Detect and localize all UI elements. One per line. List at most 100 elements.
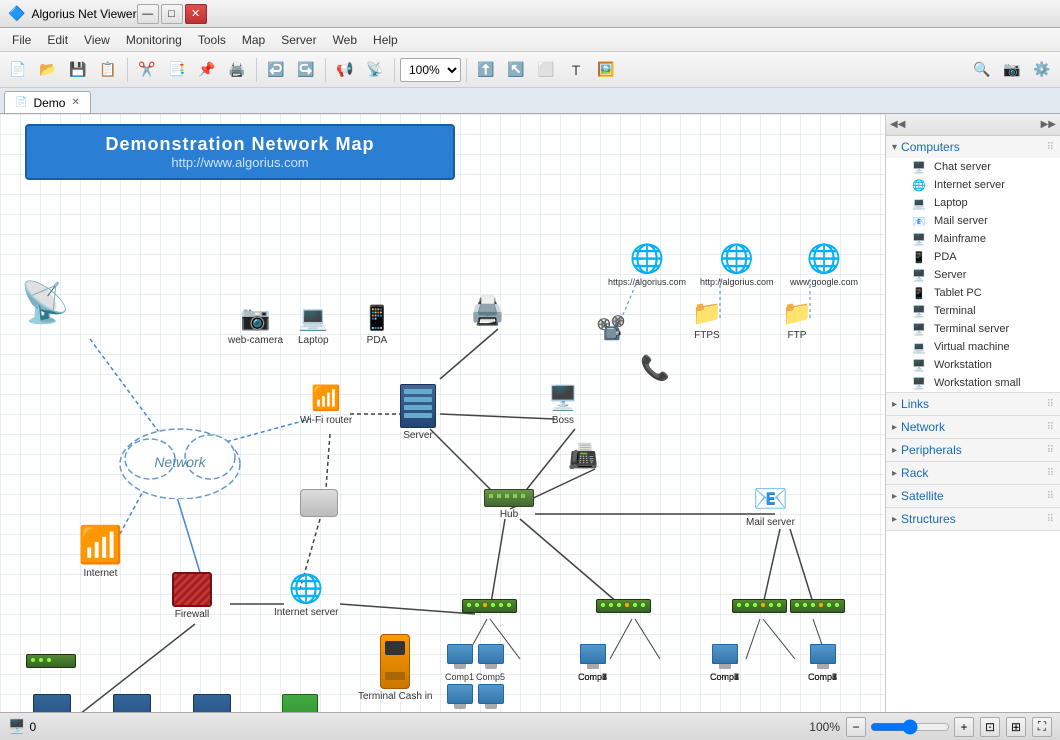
node-wifi-router[interactable]: 📶 Wi-Fi router [300, 384, 352, 426]
network-canvas[interactable]: Demonstration Network Map http://www.alg… [0, 114, 885, 712]
node-switch4[interactable] [790, 599, 845, 613]
node-small-switch[interactable] [26, 654, 76, 668]
text-button[interactable]: T [562, 56, 590, 84]
menu-tools[interactable]: Tools [190, 31, 234, 49]
cat-item-virtual-machine[interactable]: 💻 Virtual machine [886, 338, 1060, 356]
menu-view[interactable]: View [76, 31, 118, 49]
node-boss[interactable]: 🖥️ Boss [548, 384, 578, 426]
zoom-in-button[interactable]: + [954, 717, 974, 737]
actual-size-button[interactable]: ⊞ [1006, 717, 1026, 737]
node-internet-server[interactable]: 🌐 Internet server [274, 572, 338, 618]
redo-button[interactable]: ↪️ [292, 56, 320, 84]
node-pda[interactable]: 📱 PDA [362, 304, 392, 346]
close-button[interactable]: ✕ [185, 4, 207, 24]
node-termserver2[interactable]: Terminal server [98, 694, 166, 712]
undo-button[interactable]: ↩️ [262, 56, 290, 84]
zoom-out-button[interactable]: − [846, 717, 866, 737]
comp-1-6[interactable]: Comp6 [476, 684, 505, 712]
node-ftp[interactable]: 📁 FTP [782, 299, 812, 341]
menu-edit[interactable]: Edit [39, 31, 76, 49]
category-satellite-header[interactable]: ▸ Satellite ⠿ [886, 485, 1060, 507]
new-button[interactable]: 📄 [4, 56, 32, 84]
menu-server[interactable]: Server [273, 31, 324, 49]
tab-demo[interactable]: 📄 Demo ✕ [4, 91, 91, 113]
node-laptop[interactable]: 💻 Laptop [298, 304, 329, 346]
save-button[interactable]: 💾 [64, 56, 92, 84]
cat-item-mainframe[interactable]: 🖥️ Mainframe [886, 230, 1060, 248]
node-mailserver[interactable]: 📧 Mail server [746, 482, 795, 528]
cat-item-pda[interactable]: 📱 PDA [886, 248, 1060, 266]
comp-3-8[interactable]: Comp8 [710, 644, 739, 682]
pointer-button[interactable]: ↖️ [502, 56, 530, 84]
cat-item-laptop[interactable]: 💻 Laptop [886, 194, 1060, 212]
category-rack-header[interactable]: ▸ Rack ⠿ [886, 462, 1060, 484]
category-structures-header[interactable]: ▸ Structures ⠿ [886, 508, 1060, 530]
menu-map[interactable]: Map [234, 31, 273, 49]
node-printer[interactable]: 🖨️ [470, 294, 505, 327]
fullscreen-button[interactable]: ⛶ [1032, 717, 1052, 737]
comp-2-8[interactable]: Comp8 [578, 644, 607, 682]
cat-item-terminal[interactable]: 🖥️ Terminal [886, 302, 1060, 320]
cat-item-workstation-small[interactable]: 🖥️ Workstation small [886, 374, 1060, 392]
node-firewall[interactable]: Firewall [172, 572, 212, 620]
node-phone[interactable]: 📞 [640, 354, 670, 383]
node-webcam[interactable]: 📷 web-camera [228, 304, 283, 346]
maximize-button[interactable]: □ [161, 4, 183, 24]
comp-1-1[interactable]: Comp1 [445, 644, 474, 682]
tab-close-icon[interactable]: ✕ [71, 97, 79, 108]
node-projector[interactable]: 📽️ [596, 314, 626, 343]
node-globe2[interactable]: 🌐 http://algorius.com [700, 242, 774, 287]
node-terminal-cashin[interactable]: Terminal Cash in [358, 634, 432, 702]
comp-1-2[interactable]: Comp2 [445, 684, 474, 712]
image-button[interactable]: 🖼️ [592, 56, 620, 84]
node-satellite-dish[interactable]: 📡 [20, 279, 70, 326]
upload-button[interactable]: ⬆️ [472, 56, 500, 84]
node-hub[interactable]: Hub [484, 489, 534, 520]
node-switch2[interactable] [596, 599, 651, 613]
save-all-button[interactable]: 📋 [94, 56, 122, 84]
zoom-slider[interactable] [870, 719, 950, 735]
node-ftps[interactable]: 📁 FTPS [692, 299, 722, 341]
node-server[interactable]: Server [400, 384, 436, 441]
comp-1-5[interactable]: Comp5 [476, 644, 505, 682]
cat-item-server[interactable]: 🖥️ Server [886, 266, 1060, 284]
print-button[interactable]: 🖨️ [223, 56, 251, 84]
node-mainframe[interactable]: Mainframe [276, 694, 323, 712]
cat-item-workstation[interactable]: 🖥️ Workstation [886, 356, 1060, 374]
monitor-button[interactable]: 📡 [361, 56, 389, 84]
camera-button[interactable]: 📷 [998, 56, 1026, 84]
fit-page-button[interactable]: ⊡ [980, 717, 1000, 737]
node-globe3[interactable]: 🌐 www.google.com [790, 242, 858, 287]
comp-4-8[interactable]: Comp8 [808, 644, 837, 682]
node-router2[interactable] [300, 489, 338, 517]
category-peripherals-header[interactable]: ▸ Peripherals ⠿ [886, 439, 1060, 461]
paste-button[interactable]: 📌 [193, 56, 221, 84]
node-fax[interactable]: 📠 [568, 442, 598, 471]
search-button[interactable]: 🔍 [968, 56, 996, 84]
menu-web[interactable]: Web [325, 31, 365, 49]
node-antenna[interactable]: 📶 Internet [78, 524, 123, 579]
alert-button[interactable]: 📢 [331, 56, 359, 84]
node-termserver1[interactable]: Terminal server [18, 694, 86, 712]
node-switch1[interactable] [462, 599, 517, 613]
cat-item-tablet-pc[interactable]: 📱 Tablet PC [886, 284, 1060, 302]
menu-monitoring[interactable]: Monitoring [118, 31, 190, 49]
menu-file[interactable]: File [4, 31, 39, 49]
node-globe1[interactable]: 🌐 https://algorius.com [608, 242, 686, 287]
panel-right-arrows[interactable]: ▶▶ [1041, 119, 1056, 130]
menu-help[interactable]: Help [365, 31, 406, 49]
cat-item-terminal-server[interactable]: 🖥️ Terminal server [886, 320, 1060, 338]
select-button[interactable]: ⬜ [532, 56, 560, 84]
category-links-header[interactable]: ▸ Links ⠿ [886, 393, 1060, 415]
cat-item-internet-server[interactable]: 🌐 Internet server [886, 176, 1060, 194]
category-computers-header[interactable]: ▾ Computers ⠿ [886, 136, 1060, 158]
zoom-select[interactable]: 100% 75% 50% 125% 150% [400, 58, 461, 82]
category-network-header[interactable]: ▸ Network ⠿ [886, 416, 1060, 438]
node-switch3[interactable] [732, 599, 787, 613]
cat-item-chat-server[interactable]: 🖥️ Chat server [886, 158, 1060, 176]
cat-item-mail-server[interactable]: 📧 Mail server [886, 212, 1060, 230]
node-termserver3[interactable]: Terminal server [178, 694, 246, 712]
open-button[interactable]: 📂 [34, 56, 62, 84]
panel-left-arrows[interactable]: ◀◀ [890, 119, 905, 130]
copy-button[interactable]: 📑 [163, 56, 191, 84]
